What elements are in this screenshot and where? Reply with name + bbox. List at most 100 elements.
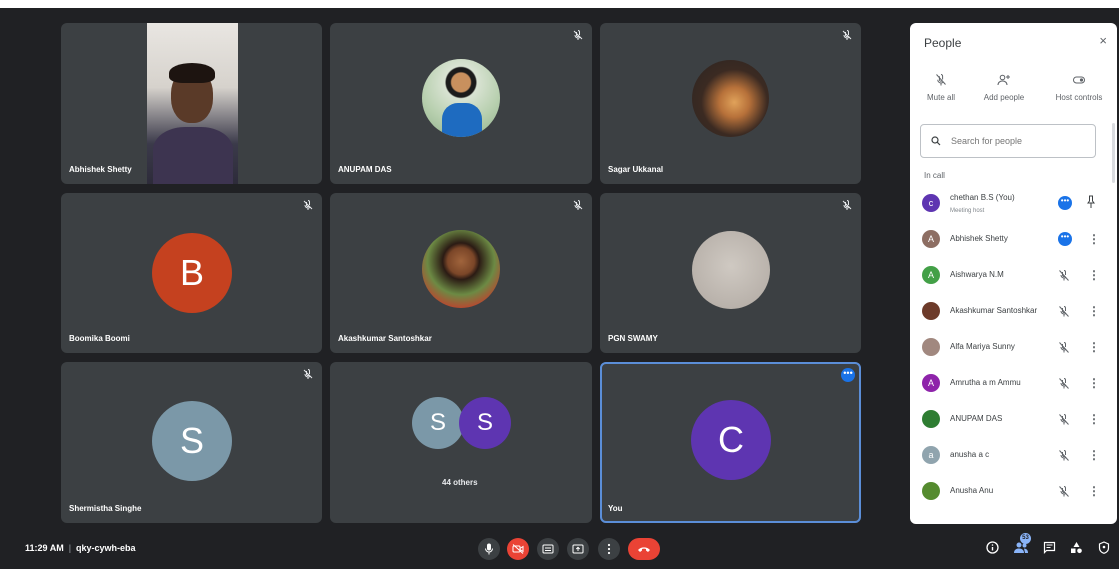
- panel-title: People: [924, 36, 962, 50]
- more-options-icon[interactable]: •••: [841, 368, 855, 382]
- kebab-menu-icon[interactable]: ⋮: [1088, 304, 1100, 318]
- search-icon: [931, 136, 941, 146]
- avatar: S: [152, 401, 232, 481]
- participant-tile[interactable]: S Shermistha Singhe: [61, 362, 322, 523]
- avatar: [922, 410, 940, 428]
- participant-tile[interactable]: Akashkumar Santoshkar: [330, 193, 592, 353]
- mic-off-icon[interactable]: [1058, 341, 1070, 354]
- kebab-menu-icon[interactable]: ⋮: [1088, 340, 1100, 354]
- meeting-code: qky-cywh-eba: [76, 543, 136, 553]
- add-people-button[interactable]: Add people: [974, 73, 1034, 102]
- microphone-button[interactable]: [478, 538, 500, 560]
- host-controls-button[interactable]: Host controls: [1049, 73, 1109, 102]
- kebab-menu-icon[interactable]: ⋮: [1088, 412, 1100, 426]
- info-icon[interactable]: [986, 541, 999, 554]
- others-tile[interactable]: S S 44 others: [330, 362, 592, 523]
- divider: |: [68, 543, 72, 553]
- kebab-menu-icon[interactable]: ⋮: [1088, 376, 1100, 390]
- participant-name: Akashkumar Santoshkar: [950, 306, 1038, 315]
- more-options-button[interactable]: [598, 538, 620, 560]
- search-box[interactable]: [920, 124, 1096, 158]
- participant-tile[interactable]: B Boomika Boomi: [61, 193, 322, 353]
- avatar: S: [412, 397, 464, 449]
- participant-role: Meeting host: [950, 208, 985, 214]
- section-label: In call: [924, 171, 945, 180]
- add-people-label: Add people: [983, 93, 1025, 102]
- more-options-icon[interactable]: •••: [1058, 196, 1072, 210]
- participant-list: c chethan B.S (You) Meeting host ••• A A…: [910, 185, 1117, 509]
- mic-off-icon[interactable]: [1058, 485, 1070, 498]
- participant-name: ANUPAM DAS: [950, 414, 1003, 423]
- scrollbar[interactable]: [1112, 123, 1115, 183]
- mic-off-icon: [303, 200, 313, 210]
- host-controls-icon[interactable]: [1098, 541, 1110, 554]
- participant-tile[interactable]: Abhishek Shetty: [61, 23, 322, 184]
- chat-icon[interactable]: [1043, 541, 1056, 554]
- participant-tile[interactable]: PGN SWAMY: [600, 193, 861, 353]
- add-person-icon: [997, 74, 1010, 86]
- list-item[interactable]: Alfa Mariya Sunny ⋮: [910, 329, 1117, 365]
- mic-off-icon[interactable]: [1058, 377, 1070, 390]
- kebab-menu-icon[interactable]: ⋮: [1088, 268, 1100, 282]
- mic-off-icon: [842, 30, 852, 40]
- participant-name: anusha a c: [950, 450, 990, 459]
- captions-icon: [542, 544, 554, 554]
- pin-icon[interactable]: [1086, 195, 1096, 209]
- mic-off-icon: [573, 200, 583, 210]
- list-item[interactable]: A Abhishek Shetty ••• ⋮: [910, 221, 1117, 257]
- participant-tile[interactable]: ANUPAM DAS: [330, 23, 592, 184]
- mic-off-icon: [303, 369, 313, 379]
- leave-call-button[interactable]: [628, 538, 660, 560]
- avatar: C: [691, 400, 771, 480]
- list-item[interactable]: ANUPAM DAS ⋮: [910, 401, 1117, 437]
- host-controls-label: Host controls: [1055, 93, 1103, 102]
- captions-button[interactable]: [537, 538, 559, 560]
- participant-photo: [422, 230, 500, 308]
- kebab-menu-icon[interactable]: ⋮: [1088, 448, 1100, 462]
- toggle-icon: [1073, 76, 1085, 84]
- clock-time: 11:29 AM: [25, 543, 64, 553]
- mute-all-button[interactable]: Mute all: [911, 73, 971, 102]
- avatar: [922, 302, 940, 320]
- list-item[interactable]: Anusha Anu ⋮: [910, 473, 1117, 509]
- kebab-menu-icon[interactable]: ⋮: [1088, 232, 1100, 246]
- mic-off-icon[interactable]: [1058, 269, 1070, 282]
- participant-name: Aishwarya N.M: [950, 270, 1004, 279]
- mic-off-icon[interactable]: [1058, 413, 1070, 426]
- participant-name: Boomika Boomi: [69, 334, 130, 343]
- video-feed: [147, 23, 238, 184]
- mic-off-icon: [842, 200, 852, 210]
- activities-icon[interactable]: [1070, 541, 1083, 554]
- people-count-badge: 53: [1020, 533, 1031, 544]
- present-icon: [572, 544, 584, 554]
- self-tile[interactable]: ••• C You: [600, 362, 861, 523]
- hang-up-icon: [638, 547, 650, 552]
- people-panel: People × Mute all Add people Host contro…: [910, 23, 1117, 524]
- kebab-menu-icon[interactable]: ⋮: [1088, 484, 1100, 498]
- participant-photo: [422, 59, 500, 137]
- list-item[interactable]: a anusha a c ⋮: [910, 437, 1117, 473]
- participant-photo: [692, 60, 769, 137]
- participant-name: Akashkumar Santoshkar: [338, 334, 432, 343]
- list-item[interactable]: A Aishwarya N.M ⋮: [910, 257, 1117, 293]
- more-options-icon[interactable]: •••: [1058, 232, 1072, 246]
- present-button[interactable]: [567, 538, 589, 560]
- kebab-menu-icon: [607, 543, 611, 555]
- others-count-label: 44 others: [442, 478, 478, 487]
- mic-icon: [485, 543, 493, 555]
- camera-button[interactable]: [507, 538, 529, 560]
- avatar: A: [922, 374, 940, 392]
- participant-tile[interactable]: Sagar Ukkanal: [600, 23, 861, 184]
- search-input[interactable]: [949, 135, 1083, 147]
- mute-all-label: Mute all: [926, 93, 955, 102]
- participant-name: Shermistha Singhe: [69, 504, 142, 513]
- camera-off-icon: [512, 544, 524, 554]
- avatar: A: [922, 230, 940, 248]
- close-icon[interactable]: ×: [1099, 33, 1107, 48]
- avatar: c: [922, 194, 940, 212]
- list-item[interactable]: A Amrutha a m Ammu ⋮: [910, 365, 1117, 401]
- mic-off-icon[interactable]: [1058, 449, 1070, 462]
- mic-off-icon[interactable]: [1058, 305, 1070, 318]
- list-item[interactable]: c chethan B.S (You) Meeting host •••: [910, 185, 1117, 221]
- list-item[interactable]: Akashkumar Santoshkar ⋮: [910, 293, 1117, 329]
